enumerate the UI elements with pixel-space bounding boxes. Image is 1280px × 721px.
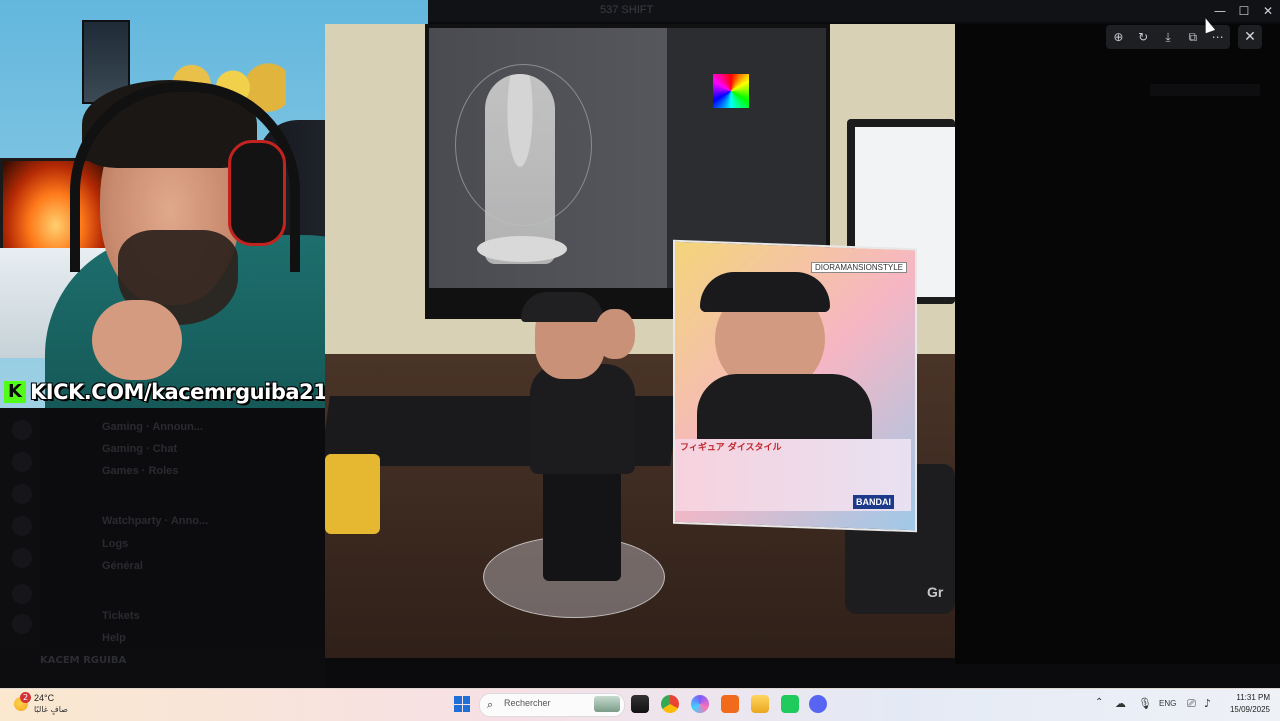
app-icon[interactable] bbox=[781, 695, 799, 713]
weather-badge: 2 bbox=[20, 692, 31, 703]
channel-list bbox=[40, 408, 325, 658]
photo-mousepad-logo: Gr bbox=[927, 584, 944, 600]
clock-date[interactable]: 15/09/2025 bbox=[1222, 705, 1270, 714]
window-title: 537 SHIFT bbox=[600, 4, 654, 16]
download-icon[interactable]: ⤓ bbox=[1157, 30, 1179, 45]
kick-url: KICK.COM/kacemrguiba213 bbox=[30, 380, 342, 404]
window-titlebar bbox=[428, 0, 1280, 22]
photo-figure-legs bbox=[543, 469, 621, 581]
minimize-button[interactable]: — bbox=[1208, 2, 1232, 20]
photo-box-jp-text: フィギュア ダイスタイル bbox=[680, 443, 782, 453]
network-icon[interactable]: ⎚ bbox=[1187, 697, 1196, 711]
discord-right-pane bbox=[955, 24, 1280, 664]
add-server-icon[interactable] bbox=[12, 584, 32, 604]
viewer-close-button[interactable]: ✕ bbox=[1238, 25, 1262, 49]
photo-box-label: DIORAMANSIONSTYLE bbox=[811, 262, 908, 273]
microphone-icon[interactable]: 🎙 bbox=[1138, 697, 1152, 710]
terminal-app-icon[interactable] bbox=[631, 695, 649, 713]
file-explorer-icon[interactable] bbox=[751, 695, 769, 713]
photo-box-shirt bbox=[697, 374, 872, 444]
channel-item[interactable]: Games · Roles bbox=[102, 465, 178, 477]
photo-chips-bag bbox=[325, 454, 380, 534]
server-icon[interactable] bbox=[12, 548, 32, 568]
viewer-image[interactable]: Gr フィギュア ダイスタイル DIORAMANSIONSTYLE BANDAI bbox=[325, 24, 955, 658]
search-icon: ⌕ bbox=[487, 698, 494, 711]
discover-icon[interactable] bbox=[12, 614, 32, 634]
server-icon[interactable] bbox=[12, 484, 32, 504]
headset-earcup bbox=[228, 140, 286, 246]
copilot-app-icon[interactable] bbox=[691, 695, 709, 713]
maximize-button[interactable]: ☐ bbox=[1232, 2, 1256, 20]
channel-item[interactable]: Gaming · Announ... bbox=[102, 421, 203, 433]
photo-3d-model-base bbox=[477, 236, 567, 262]
photo-figure-body bbox=[530, 364, 635, 474]
rotate-icon[interactable]: ↻ bbox=[1132, 30, 1154, 44]
onedrive-icon[interactable]: ☁ bbox=[1115, 697, 1126, 710]
discord-search-bar[interactable] bbox=[1150, 84, 1260, 96]
kick-banner: K KICK.COM/kacemrguiba213 bbox=[4, 378, 342, 406]
weather-desc: صافٍ غالبًا bbox=[34, 705, 68, 714]
server-icon[interactable] bbox=[12, 452, 32, 472]
photo-box-cap bbox=[700, 272, 830, 312]
channel-item[interactable]: Général bbox=[102, 560, 143, 572]
photo-figure-hand bbox=[595, 309, 635, 359]
channel-item[interactable]: Watchparty · Anno... bbox=[102, 515, 208, 527]
channel-item[interactable]: Help bbox=[102, 632, 126, 644]
server-icon[interactable] bbox=[12, 420, 32, 440]
zoom-in-icon[interactable]: ⊕ bbox=[1107, 30, 1129, 44]
server-icon[interactable] bbox=[12, 516, 32, 536]
weather-temp: 24°C bbox=[34, 693, 55, 703]
discord-server-sidebar bbox=[0, 408, 40, 688]
photo-color-palette bbox=[713, 74, 749, 108]
discord-app-icon[interactable] bbox=[809, 695, 827, 713]
streamer-hand bbox=[92, 300, 182, 380]
more-icon[interactable]: ⋯ bbox=[1207, 30, 1229, 44]
kick-logo-icon: K bbox=[4, 381, 26, 403]
clock-time[interactable]: 11:31 PM bbox=[1226, 693, 1270, 702]
search-placeholder: Rechercher bbox=[504, 698, 551, 708]
tray-chevron-icon[interactable]: ⌃ bbox=[1095, 697, 1103, 708]
chrome-app-icon[interactable] bbox=[661, 695, 679, 713]
app-icon[interactable] bbox=[721, 695, 739, 713]
user-name: KACEM RGUIBA bbox=[40, 655, 127, 666]
search-highlight-image bbox=[594, 696, 620, 712]
channel-item[interactable]: Gaming · Chat bbox=[102, 443, 177, 455]
photo-figure-cap bbox=[521, 292, 603, 322]
open-external-icon[interactable]: ⧉ bbox=[1182, 30, 1204, 45]
language-indicator[interactable]: ENG bbox=[1159, 699, 1176, 708]
channel-item[interactable]: Logs bbox=[102, 538, 128, 550]
window-close-button[interactable]: ✕ bbox=[1256, 2, 1280, 20]
channel-item[interactable]: Tickets bbox=[102, 610, 140, 622]
start-button[interactable] bbox=[454, 696, 470, 712]
volume-icon[interactable]: ♪ bbox=[1204, 697, 1211, 710]
photo-bandai-logo: BANDAI bbox=[853, 495, 894, 509]
user-panel bbox=[0, 648, 325, 688]
